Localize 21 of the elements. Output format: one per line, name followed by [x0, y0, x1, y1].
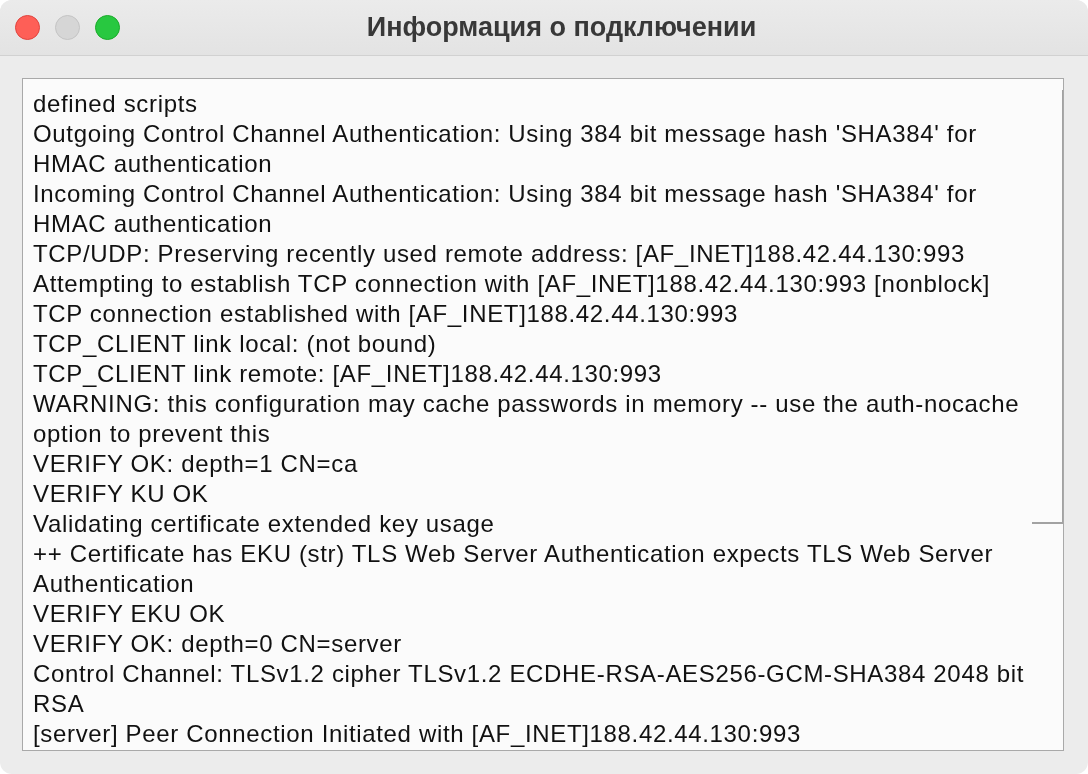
zoom-button[interactable]	[95, 15, 120, 40]
log-line: defined scripts	[33, 89, 199, 119]
log-line: TCP connection established with [AF_INET]188.42.44.130:993	[33, 299, 739, 329]
close-button[interactable]	[15, 15, 40, 40]
log-line: TCP_CLIENT link local: (not bound)	[33, 329, 438, 359]
log-line: ++ Certificate has EKU (str) TLS Web Server Authentication expects TLS Web Server Authentication	[33, 539, 995, 599]
log-line: Attempting to establish TCP connection with [AF_INET]188.42.44.130:993 [nonblock]	[33, 269, 992, 299]
window-title: Информация о подключении	[366, 12, 757, 43]
log-line: Incoming Control Channel Authentication: Using 384 bit message hash 'SHA384' for HMAC authentication	[33, 179, 978, 239]
log-line: Control Channel: TLSv1.2 cipher TLSv1.2 ECDHE-RSA-AES256-GCM-SHA384 2048 bit RSA	[33, 659, 1026, 719]
log-line: VERIFY KU OK	[33, 479, 210, 509]
log-line: VERIFY EKU OK	[33, 599, 227, 629]
log-line: TCP/UDP: Preserving recently used remote address: [AF_INET]188.42.44.130:993	[33, 239, 966, 269]
log-line: WARNING: this configuration may cache passwords in memory -- use the auth-nocache option to prevent this	[33, 389, 1021, 449]
log-line: Outgoing Control Channel Authentication: Using 384 bit message hash 'SHA384' for HMAC authentication	[33, 119, 978, 179]
scroll-indicator[interactable]	[1032, 90, 1063, 524]
log-line: [server] Peer Connection Initiated with [AF_INET]188.42.44.130:993	[33, 719, 802, 749]
log-line: VERIFY OK: depth=0 CN=server	[33, 629, 403, 659]
log-line: TCP_CLIENT link remote: [AF_INET]188.42.44.130:993	[33, 359, 663, 389]
log-line: Validating certificate extended key usage	[33, 509, 496, 539]
log-line: VERIFY OK: depth=1 CN=ca	[33, 449, 359, 479]
